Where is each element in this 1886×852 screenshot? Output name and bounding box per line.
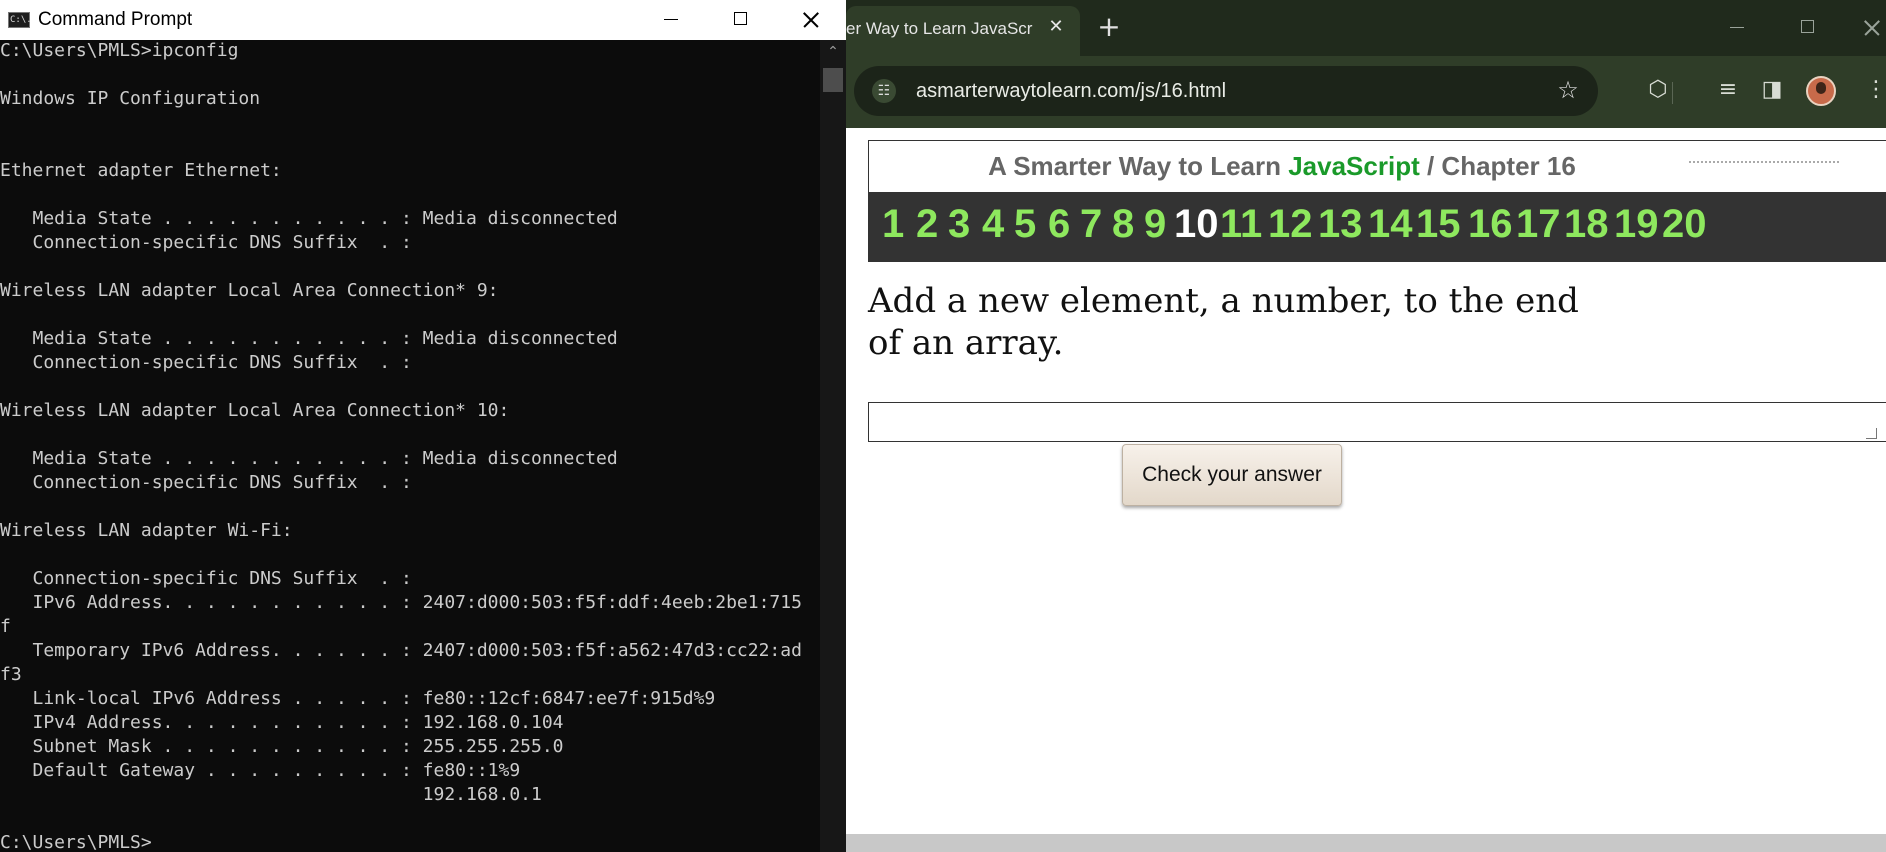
console-line: Subnet Mask . . . . . . . . . . . : 255.… (0, 736, 564, 757)
title-javascript: JavaScript (1288, 151, 1420, 181)
console-line: Default Gateway . . . . . . . . . : fe80… (0, 760, 521, 781)
cmd-title-bar[interactable]: C:\. Command Prompt (0, 0, 846, 40)
cmd-window-title: Command Prompt (38, 9, 193, 30)
exercise-instruction: Add a new element, a number, to the end … (868, 281, 1579, 363)
exercise-number-bar: 1 2 3 4 5 6 7 8 9 10 11 12 13 14 15 16 17 18 19 20 (868, 192, 1886, 262)
minimize-button[interactable] (642, 0, 700, 40)
exercise-number-8[interactable]: 8 (1112, 202, 1134, 247)
console-line: Temporary IPv6 Address. . . . . . : 2407… (0, 640, 802, 661)
browser-toolbar: ☷ asmarterwaytolearn.com/js/16.html ☆ ⬡ … (846, 56, 1886, 128)
console-line: f (0, 616, 11, 637)
console-line: 192.168.0.1 (0, 784, 542, 805)
exercise-number-19[interactable]: 19 (1614, 202, 1659, 247)
command-prompt-window: C:\. Command Prompt C:\Users\PMLS>ipconf… (0, 0, 846, 852)
side-panel-icon[interactable]: ◨ (1756, 74, 1788, 106)
console-line: IPv6 Address. . . . . . . . . . . : 2407… (0, 592, 802, 613)
console-line: C:\Users\PMLS>ipconfig (0, 40, 239, 61)
exercise-number-14[interactable]: 14 (1368, 202, 1413, 247)
exercise-number-17[interactable]: 17 (1516, 202, 1561, 247)
console-line: Media State . . . . . . . . . . . : Medi… (0, 328, 618, 349)
console-line: IPv4 Address. . . . . . . . . . . : 192.… (0, 712, 564, 733)
url-text[interactable]: asmarterwaytolearn.com/js/16.html (916, 80, 1226, 103)
console-line: Wireless LAN adapter Local Area Connecti… (0, 280, 499, 301)
exercise-number-18[interactable]: 18 (1564, 202, 1609, 247)
exercise-number-10[interactable]: 10 (1174, 202, 1219, 247)
chrome-window: er Way to Learn JavaScr ✕ + ☷ asmarterwa… (846, 0, 1886, 852)
exercise-number-12[interactable]: 12 (1268, 202, 1313, 247)
chrome-minimize-button[interactable] (1712, 8, 1762, 48)
console-line: Connection-specific DNS Suffix . : (0, 352, 412, 373)
check-answer-button[interactable]: Check your answer (1122, 444, 1342, 506)
new-tab-button[interactable]: + (1094, 12, 1124, 42)
menu-icon[interactable]: ⋮ (1860, 74, 1886, 106)
exercise-number-16[interactable]: 16 (1468, 202, 1513, 247)
profile-avatar[interactable] (1806, 76, 1836, 106)
close-button[interactable] (782, 0, 840, 40)
exercise-number-1[interactable]: 1 (882, 202, 904, 247)
site-info-icon[interactable]: ☷ (872, 79, 896, 103)
exercise-number-2[interactable]: 2 (916, 202, 938, 247)
console-line: Media State . . . . . . . . . . . : Medi… (0, 208, 618, 229)
tab-strip: er Way to Learn JavaScr ✕ + (846, 0, 1886, 56)
book-title-bar: A Smarter Way to Learn JavaScript / Chap… (868, 140, 1886, 192)
console-line: Wireless LAN adapter Local Area Connecti… (0, 400, 510, 421)
console-line: Media State . . . . . . . . . . . : Medi… (0, 448, 618, 469)
cmd-app-icon: C:\. (8, 12, 32, 28)
maximize-button[interactable] (712, 0, 770, 40)
console-output[interactable]: C:\Users\PMLS>ipconfig Windows IP Configu… (0, 40, 820, 852)
bookmark-star-icon[interactable]: ☆ (1554, 76, 1582, 104)
chrome-close-button[interactable] (1846, 8, 1886, 48)
exercise-number-7[interactable]: 7 (1080, 202, 1102, 247)
console-line: Ethernet adapter Ethernet: (0, 160, 282, 181)
extensions-icon[interactable]: ⬡ (1642, 74, 1674, 106)
exercise-number-6[interactable]: 6 (1048, 202, 1070, 247)
title-prefix: A Smarter Way to Learn (988, 151, 1289, 181)
chrome-maximize-button[interactable] (1782, 8, 1832, 48)
reading-list-icon[interactable]: ≡ (1712, 74, 1744, 106)
exercise-number-15[interactable]: 15 (1416, 202, 1461, 247)
exercise-number-11[interactable]: 11 (1220, 202, 1262, 247)
exercise-number-20[interactable]: 20 (1662, 202, 1707, 247)
console-line: f3 (0, 664, 22, 685)
answer-input[interactable] (868, 402, 1886, 442)
console-line: Connection-specific DNS Suffix . : (0, 568, 412, 589)
cmd-scrollbar[interactable]: ⌃ (820, 40, 846, 852)
exercise-number-3[interactable]: 3 (948, 202, 970, 247)
toolbar-divider (1672, 82, 1673, 104)
page-horizontal-scrollbar[interactable] (846, 834, 1886, 852)
tab-close-icon[interactable]: ✕ (1044, 15, 1068, 39)
exercise-number-4[interactable]: 4 (982, 202, 1004, 247)
title-dotted-rule (1689, 161, 1839, 167)
title-chapter: / Chapter 16 (1419, 151, 1576, 181)
exercise-number-9[interactable]: 9 (1144, 202, 1166, 247)
web-page: A Smarter Way to Learn JavaScript / Chap… (846, 128, 1886, 834)
active-tab[interactable]: er Way to Learn JavaScr ✕ (846, 6, 1080, 56)
scroll-thumb[interactable] (823, 68, 843, 92)
console-line: Link-local IPv6 Address . . . . . : fe80… (0, 688, 716, 709)
console-line: Connection-specific DNS Suffix . : (0, 232, 412, 253)
address-bar[interactable]: ☷ asmarterwaytolearn.com/js/16.html ☆ (854, 66, 1598, 116)
console-line: Connection-specific DNS Suffix . : (0, 472, 412, 493)
console-line: Wireless LAN adapter Wi-Fi: (0, 520, 293, 541)
console-line: C:\Users\PMLS> (0, 832, 152, 852)
book-title: A Smarter Way to Learn JavaScript / Chap… (869, 151, 1695, 182)
resize-grip-icon[interactable] (1866, 428, 1877, 439)
exercise-number-5[interactable]: 5 (1014, 202, 1036, 247)
scroll-up-icon[interactable]: ⌃ (820, 44, 846, 62)
tab-title: er Way to Learn JavaScr (846, 19, 1033, 38)
console-line: Windows IP Configuration (0, 88, 261, 109)
exercise-number-13[interactable]: 13 (1318, 202, 1363, 247)
